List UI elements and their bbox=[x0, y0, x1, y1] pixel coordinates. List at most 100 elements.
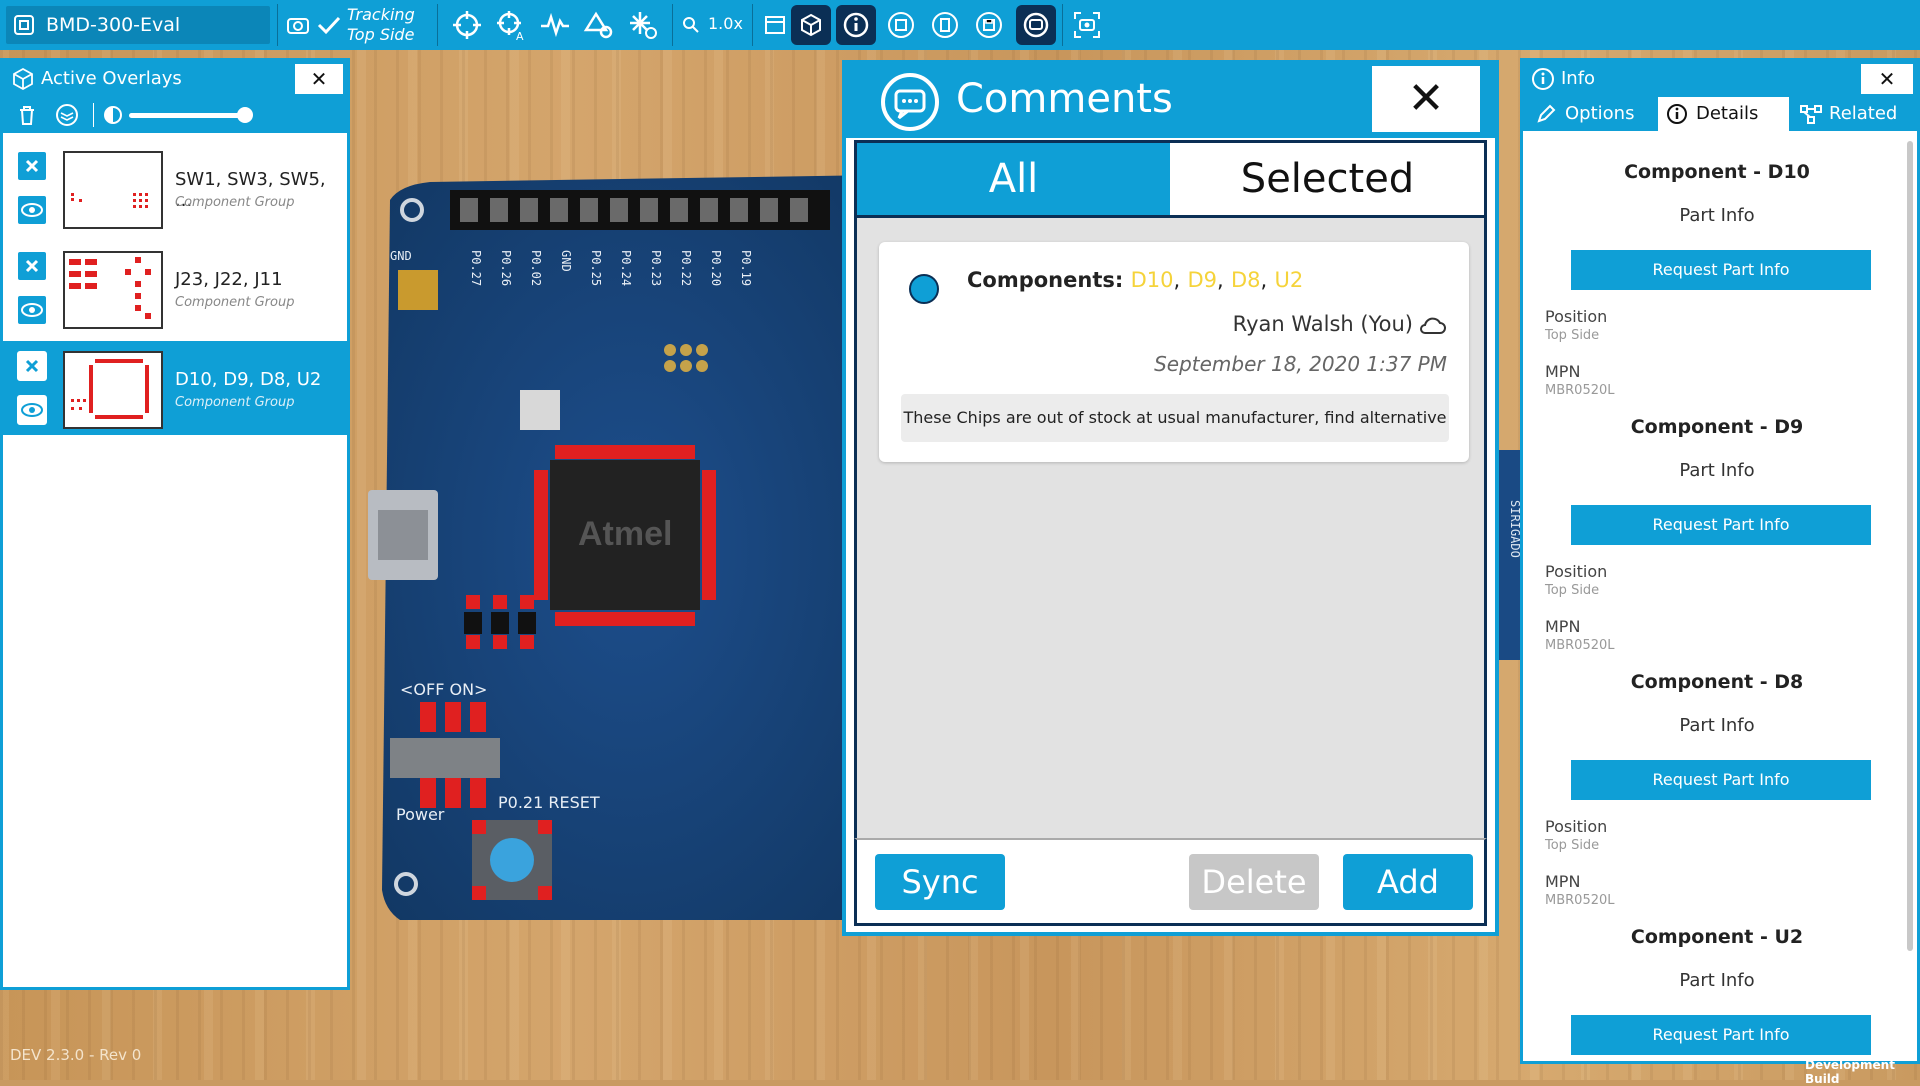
signal-icon[interactable] bbox=[538, 8, 572, 42]
cube-icon[interactable] bbox=[791, 5, 831, 45]
tab-options[interactable]: Options bbox=[1531, 97, 1661, 131]
comments-panel: Comments ✕ All Selected Components: D10,… bbox=[842, 60, 1499, 936]
board-icon bbox=[14, 15, 34, 35]
request-part-info-button[interactable]: Request Part Info bbox=[1571, 250, 1871, 290]
component-tag[interactable]: D10 bbox=[1131, 268, 1174, 292]
opacity-slider[interactable] bbox=[129, 113, 245, 118]
info-panel: Info ✕ Options Details Related Component… bbox=[1520, 58, 1920, 1064]
mpn-label: MPN bbox=[1545, 617, 1581, 636]
pin-label: P0.24 bbox=[619, 250, 633, 286]
request-part-info-button[interactable]: Request Part Info bbox=[1571, 505, 1871, 545]
project-selector[interactable]: BMD-300-Eval bbox=[6, 6, 270, 44]
comment-icon bbox=[881, 73, 939, 131]
pin-label: P0.23 bbox=[649, 250, 663, 286]
crosshair-a-icon[interactable]: A bbox=[494, 8, 528, 43]
toolbar-divider bbox=[752, 4, 753, 46]
component-tag[interactable]: D9 bbox=[1187, 268, 1217, 292]
mpn-value: MBR0520L bbox=[1545, 893, 1615, 908]
mpn-label: MPN bbox=[1545, 362, 1581, 381]
pin-label: P0.02 bbox=[529, 250, 543, 286]
screenshot-icon[interactable] bbox=[1070, 8, 1104, 42]
delete-button[interactable]: Delete bbox=[1189, 854, 1319, 910]
pin-label: P0.25 bbox=[589, 250, 603, 286]
window-icon[interactable] bbox=[760, 8, 788, 42]
doc-icon[interactable] bbox=[928, 8, 962, 42]
sync-button[interactable]: Sync bbox=[875, 854, 1005, 910]
info-header: Info ✕ bbox=[1523, 61, 1917, 97]
comment-timestamp: September 18, 2020 1:37 PM bbox=[1154, 352, 1447, 376]
pin-label: P0.22 bbox=[679, 250, 693, 286]
component-title: Component - D8 bbox=[1630, 671, 1804, 693]
overlays-title: Active Overlays bbox=[41, 68, 182, 89]
close-comments-button[interactable]: ✕ bbox=[1372, 66, 1480, 132]
opacity-slider-handle[interactable] bbox=[237, 107, 253, 123]
comment-card[interactable]: Components: D10, D9, D8, U2 Ryan Walsh (… bbox=[879, 242, 1469, 462]
tab-all[interactable]: All bbox=[857, 143, 1170, 215]
overlay-row[interactable]: J23, J22, J11 Component Group bbox=[3, 241, 347, 335]
part-icon[interactable] bbox=[884, 8, 918, 42]
component-title: Component - D9 bbox=[1630, 416, 1804, 438]
top-toolbar: BMD-300-Eval Tracking Top Side A 1.0x bbox=[0, 0, 1920, 50]
related-icon bbox=[1800, 105, 1822, 124]
part-info-label: Part Info bbox=[1679, 715, 1755, 736]
close-overlays-button[interactable]: ✕ bbox=[295, 64, 343, 94]
close-icon bbox=[25, 159, 39, 173]
toolbar-divider bbox=[437, 4, 438, 46]
crosshair-icon[interactable] bbox=[450, 8, 484, 42]
toggle-visibility-button[interactable] bbox=[17, 195, 47, 225]
toggle-visibility-button[interactable] bbox=[17, 395, 47, 425]
tracking-line1: Tracking bbox=[347, 5, 415, 24]
power-label: Power bbox=[396, 805, 445, 824]
request-part-info-button[interactable]: Request Part Info bbox=[1571, 1015, 1871, 1055]
info-scrollbar[interactable] bbox=[1907, 141, 1913, 951]
opacity-icon bbox=[104, 106, 122, 124]
overlay-row-selected[interactable]: D10, D9, D8, U2 Component Group bbox=[3, 341, 347, 435]
component-tag[interactable]: D8 bbox=[1231, 268, 1261, 292]
shapes-search-icon[interactable] bbox=[582, 8, 616, 42]
request-part-info-button[interactable]: Request Part Info bbox=[1571, 760, 1871, 800]
overlay-type: Component Group bbox=[175, 295, 295, 310]
add-button[interactable]: Add bbox=[1343, 854, 1473, 910]
tracking-status: Tracking Top Side bbox=[347, 5, 415, 45]
check-icon[interactable] bbox=[312, 8, 346, 42]
tab-details[interactable]: Details bbox=[1658, 97, 1789, 131]
mpn-value: MBR0520L bbox=[1545, 638, 1615, 653]
pcb-board-view[interactable]: Atmel GND P0.27 P0.26 P0.02 GND P0.25 P0… bbox=[360, 160, 880, 920]
eye-icon bbox=[21, 303, 43, 317]
remove-overlay-button[interactable] bbox=[17, 151, 47, 181]
layers-icon[interactable] bbox=[55, 103, 79, 127]
tab-selected[interactable]: Selected bbox=[1171, 143, 1484, 215]
snowflake-search-icon[interactable] bbox=[626, 8, 660, 42]
pencil-icon bbox=[1537, 104, 1556, 123]
overlay-row[interactable]: SW1, SW3, SW5, ... Component Group bbox=[3, 141, 347, 235]
comments-list: Components: D10, D9, D8, U2 Ryan Walsh (… bbox=[854, 218, 1487, 838]
toggle-visibility-button[interactable] bbox=[17, 295, 47, 325]
remove-overlay-button[interactable] bbox=[17, 351, 47, 381]
toolbar-divider bbox=[277, 4, 278, 46]
info-icon[interactable] bbox=[836, 5, 876, 45]
component-tag[interactable]: U2 bbox=[1275, 268, 1304, 292]
comments-tabs: All Selected bbox=[854, 140, 1487, 218]
overlays-toolbar bbox=[3, 97, 347, 133]
zoom-level[interactable]: 1.0x bbox=[708, 14, 743, 33]
close-info-button[interactable]: ✕ bbox=[1861, 64, 1913, 94]
gnd-label: GND bbox=[390, 249, 412, 263]
tab-related[interactable]: Related bbox=[1795, 97, 1915, 131]
zoom-icon[interactable] bbox=[682, 16, 700, 34]
comment-icon[interactable] bbox=[1016, 5, 1056, 45]
version-label: DEV 2.3.0 - Rev 0 bbox=[10, 1046, 142, 1064]
info-title: Info bbox=[1561, 68, 1596, 89]
info-tabs: Options Details Related bbox=[1523, 97, 1917, 131]
save-icon[interactable] bbox=[972, 8, 1006, 42]
close-icon bbox=[25, 259, 39, 273]
trash-icon[interactable] bbox=[15, 103, 39, 127]
camera-rotate-icon[interactable] bbox=[282, 8, 316, 42]
remove-overlay-button[interactable] bbox=[17, 251, 47, 281]
part-info-label: Part Info bbox=[1679, 970, 1755, 991]
comments-footer: Sync Delete Add bbox=[854, 838, 1487, 926]
tab-options-label: Options bbox=[1565, 103, 1635, 124]
comment-components: Components: D10, D9, D8, U2 bbox=[967, 268, 1304, 292]
toolbar-divider bbox=[93, 103, 94, 127]
close-icon bbox=[25, 359, 39, 373]
off-on-label: <OFF ON> bbox=[400, 680, 487, 699]
